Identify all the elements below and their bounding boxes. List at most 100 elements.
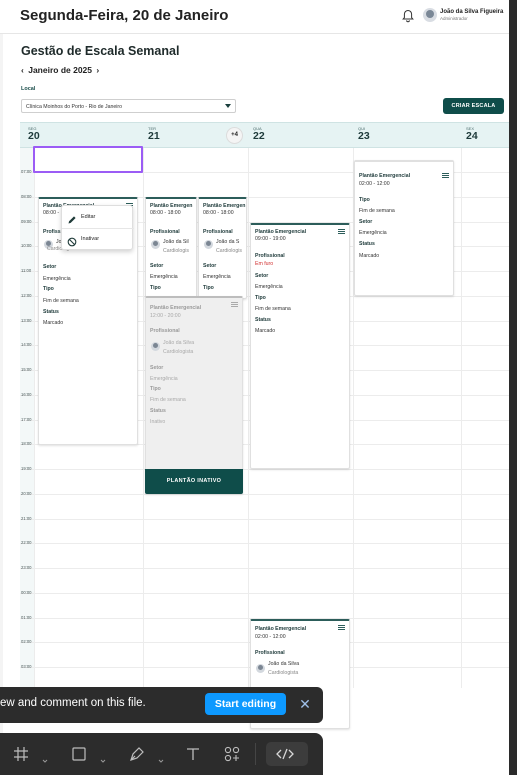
tipo-value: Fim de semana xyxy=(150,397,186,403)
chevron-down-icon[interactable] xyxy=(158,751,164,763)
tipo-label: Tipo xyxy=(43,286,54,292)
chevron-down-icon[interactable] xyxy=(42,751,48,763)
prof-name: João da Silva xyxy=(163,340,195,346)
shift-time: 09:00 - 19:00 xyxy=(255,236,286,242)
pen-tool-icon[interactable] xyxy=(128,745,146,763)
prof-label: Profissional xyxy=(255,253,285,259)
avatar xyxy=(151,240,160,249)
prev-month-button[interactable]: ‹ xyxy=(21,65,24,75)
prof-name: João da Silva xyxy=(268,661,300,667)
tipo-value: Fim de semana xyxy=(43,298,79,304)
week-day-header: SEG 20 TER 21 QUA 22 QUI 23 SEX 24 xyxy=(20,122,509,148)
avatar xyxy=(151,342,160,351)
shift-time: 08:00 - 18:00 xyxy=(203,210,234,216)
hour-label: 12:00 xyxy=(21,292,32,298)
current-date: Segunda-Feira, 20 de Janeiro xyxy=(20,7,229,24)
chevron-down-icon[interactable] xyxy=(100,751,106,763)
hour-label: 17:00 xyxy=(21,416,32,422)
create-schedule-button[interactable]: CRIAR ESCALA xyxy=(443,98,504,114)
dev-mode-button[interactable] xyxy=(266,742,308,766)
more-events-badge[interactable]: +4 xyxy=(226,127,243,144)
tipo-label: Tipo xyxy=(150,386,161,392)
setor-label: Setor xyxy=(43,264,57,270)
avatar xyxy=(204,240,213,249)
day-number: 20 xyxy=(28,130,40,142)
pencil-icon xyxy=(67,212,77,224)
day-column-fri[interactable]: SEX 24 xyxy=(466,126,478,142)
prof-label: Profissional xyxy=(150,229,180,235)
shift-title: Plantão Emergencial xyxy=(150,305,202,311)
day-column-thu[interactable]: QUI 23 xyxy=(358,126,370,142)
start-editing-button[interactable]: Start editing xyxy=(205,693,286,715)
hour-label: 07:00 xyxy=(21,169,32,174)
text-tool-icon[interactable] xyxy=(184,745,202,763)
edit-menu-item[interactable]: Editar xyxy=(81,214,95,220)
shift-title: Plantão Emergencial xyxy=(255,229,307,235)
components-tool-icon[interactable] xyxy=(223,745,241,763)
menu-icon[interactable] xyxy=(338,229,345,234)
hour-gridline xyxy=(20,518,509,520)
day-number: 22 xyxy=(253,130,265,142)
user-name: João da Silva Figueira xyxy=(440,9,504,15)
card-context-menu: Editar Inativar xyxy=(61,205,134,250)
rectangle-tool-icon[interactable] xyxy=(70,745,88,763)
shift-card[interactable]: Plantão Emergen 08:00 - 18:00 Profission… xyxy=(145,197,197,299)
tipo-label: Tipo xyxy=(255,295,266,301)
shift-title: Plantão Emergen xyxy=(150,203,193,209)
day-column-wed[interactable]: QUA 22 xyxy=(253,126,265,142)
frame-tool-icon[interactable] xyxy=(12,745,30,763)
user-role: Administrador xyxy=(440,16,468,21)
prof-specialty: Cardiologista xyxy=(268,670,299,676)
top-bar: Segunda-Feira, 20 de Janeiro João da Sil… xyxy=(0,0,517,34)
hour-label: 08:00 xyxy=(21,193,32,199)
menu-icon[interactable] xyxy=(338,625,345,630)
menu-icon[interactable] xyxy=(231,302,238,307)
setor-value: Emergência xyxy=(150,274,178,280)
day-number: 21 xyxy=(148,130,160,142)
shift-title: Plantão Emergencial xyxy=(359,173,411,179)
local-select[interactable]: Clínica Moinhos do Porto - Rio de Janeir… xyxy=(21,99,236,113)
avatar[interactable] xyxy=(423,8,437,22)
shift-time: 08:00 - 18:00 xyxy=(150,210,181,216)
hour-label: 13:00 xyxy=(21,317,32,323)
day-column-mon[interactable]: SEG 20 xyxy=(28,126,40,142)
day-column-tue[interactable]: TER 21 xyxy=(148,126,160,142)
close-icon[interactable]: ✕ xyxy=(296,695,314,713)
grid-line xyxy=(461,148,462,688)
tipo-label: Tipo xyxy=(203,285,214,291)
menu-icon[interactable] xyxy=(442,173,449,178)
status-label: Status xyxy=(255,317,271,323)
deactivate-menu-item[interactable]: Inativar xyxy=(81,236,99,242)
tipo-label: Tipo xyxy=(150,285,161,291)
prof-name: João da Sil xyxy=(163,239,189,245)
inactive-shift-card[interactable]: Plantão Emergencial 12:00 - 20:00 Profis… xyxy=(145,296,243,494)
app-window: Segunda-Feira, 20 de Janeiro João da Sil… xyxy=(0,0,517,775)
hour-label: 14:00 xyxy=(21,342,32,348)
bottom-toolbar xyxy=(0,733,323,775)
bell-icon[interactable] xyxy=(402,9,414,23)
hour-gridline xyxy=(20,469,509,470)
inactive-shift-button[interactable]: PLANTÃO INATIVO xyxy=(145,469,243,494)
prof-label: Profissional xyxy=(255,650,285,656)
shift-card[interactable]: Plantão Emergencial 09:00 - 19:00 Profis… xyxy=(250,223,350,469)
shift-time: 02:00 - 12:00 xyxy=(255,634,286,640)
prof-specialty: Cardiologis xyxy=(163,248,189,254)
prof-name: João da S xyxy=(216,239,240,245)
left-edge xyxy=(0,0,3,775)
setor-value: Emergência xyxy=(43,276,71,282)
prof-label: Profissional xyxy=(150,328,180,334)
local-select-value: Clínica Moinhos do Porto - Rio de Janeir… xyxy=(26,103,123,110)
shift-card[interactable]: Plantão Emergencial 02:00 - 12:00 Tipo F… xyxy=(354,160,454,296)
hour-label: 15:00 xyxy=(21,367,32,372)
shift-card[interactable]: Plantão Emergen 08:00 - 18:00 Profission… xyxy=(198,197,247,299)
status-value: Marcado xyxy=(43,320,64,326)
window-edge xyxy=(509,0,517,775)
selected-time-slot[interactable] xyxy=(33,146,143,173)
hour-label: 19:00 xyxy=(21,466,32,471)
avatar xyxy=(256,664,265,673)
next-month-button[interactable]: › xyxy=(96,65,99,75)
hour-gridline xyxy=(20,568,509,569)
divider xyxy=(62,228,134,229)
grid-line xyxy=(34,148,35,688)
hour-label: 11:00 xyxy=(21,268,32,273)
